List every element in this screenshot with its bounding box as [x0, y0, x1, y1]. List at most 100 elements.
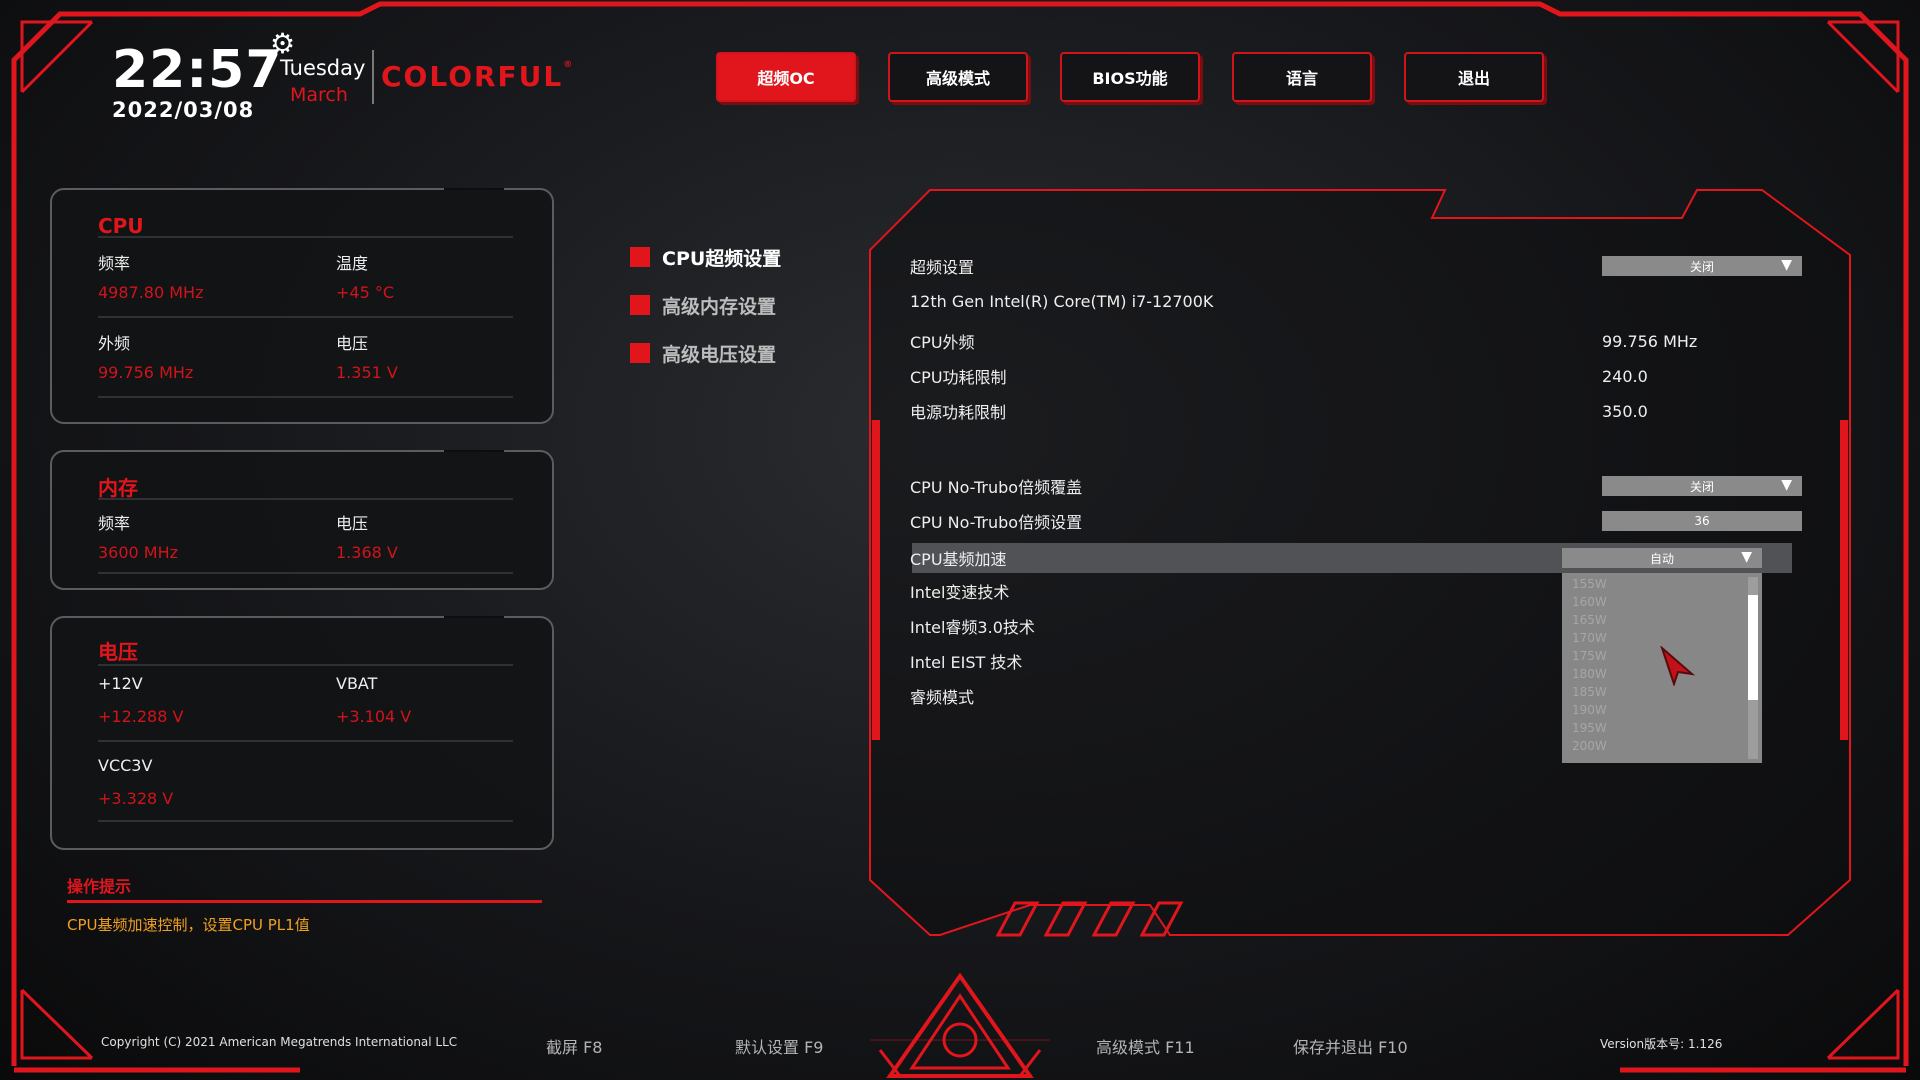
setting-row-psu-limit[interactable]: 电源功耗限制 350.0: [910, 396, 1790, 426]
memory-freq-label: 频率: [98, 514, 131, 533]
submenu-item-label: 高级电压设置: [662, 343, 777, 366]
setting-label: Intel EIST 技术: [910, 653, 1023, 672]
gear-icon[interactable]: ⚙: [270, 30, 295, 58]
cpu-volt-value: 1.351 V: [336, 363, 398, 382]
base-boost-select[interactable]: 自动 ▼: [1562, 548, 1762, 568]
cpu-bclk-label: 外频: [98, 334, 131, 353]
dropdown-option[interactable]: 160W: [1562, 593, 1762, 611]
clock-date: 2022/03/08: [112, 98, 255, 122]
setting-value[interactable]: 350.0: [1602, 402, 1648, 421]
oc-select[interactable]: 关闭 ▼: [1602, 256, 1802, 276]
day-name: Tuesday: [280, 56, 366, 80]
copyright-text: Copyright (C) 2021 American Megatrends I…: [101, 1035, 458, 1049]
setting-row-noturbo-ratio[interactable]: CPU No-Trubo倍频设置 36: [910, 506, 1802, 536]
brand-registered-mark: ®: [563, 60, 575, 70]
tab-exit[interactable]: 退出: [1404, 52, 1544, 102]
dropdown-option[interactable]: 155W: [1562, 575, 1762, 593]
memory-status-panel: 内存 频率 电压 3600 MHz 1.368 V: [50, 450, 554, 590]
panel-notch: [444, 616, 504, 626]
square-bullet-icon: [630, 343, 650, 363]
hotkey-save-exit[interactable]: 保存并退出 F10: [1293, 1034, 1408, 1058]
vcc3v-value: +3.328 V: [98, 789, 174, 808]
setting-label: CPU No-Trubo倍频设置: [910, 513, 1083, 532]
cpu-panel-title: CPU: [98, 214, 144, 238]
cpu-temp-label: 温度: [336, 254, 369, 273]
divider: [98, 664, 513, 666]
tab-overclock[interactable]: 超频OC: [716, 52, 856, 102]
memory-freq-value: 3600 MHz: [98, 543, 179, 562]
tab-bios-features[interactable]: BIOS功能: [1060, 52, 1200, 102]
dropdown-option[interactable]: 165W: [1562, 611, 1762, 629]
clock-time: 22:57: [112, 40, 283, 100]
version-text: Version版本号: 1.126: [1600, 1037, 1723, 1051]
hotkey-advanced[interactable]: 高级模式 F11: [1096, 1034, 1195, 1058]
divider: [98, 572, 513, 574]
square-bullet-icon: [630, 247, 650, 267]
hotkey-screenshot[interactable]: 截屏 F8: [546, 1034, 602, 1058]
setting-label: 睿频模式: [910, 688, 975, 707]
setting-value[interactable]: 240.0: [1602, 367, 1648, 386]
setting-row-base-boost[interactable]: CPU基频加速 自动 ▼: [910, 543, 1792, 573]
setting-row-oc[interactable]: 超频设置 关闭 ▼: [910, 251, 1802, 281]
setting-row-bclk: CPU外频 99.756 MHz: [910, 326, 1790, 356]
top-nav: 超频OC 高级模式 BIOS功能 语言 退出: [716, 52, 1544, 102]
dropdown-scrollbar-thumb[interactable]: [1748, 595, 1758, 700]
cpu-temp-value: +45 °C: [336, 283, 395, 302]
cpu-freq-value: 4987.80 MHz: [98, 283, 204, 302]
tab-advanced-mode[interactable]: 高级模式: [888, 52, 1028, 102]
setting-row-power-limit[interactable]: CPU功耗限制 240.0: [910, 361, 1790, 391]
memory-volt-label: 电压: [336, 514, 369, 533]
submenu-item-memory[interactable]: 高级内存设置: [630, 281, 781, 329]
cpu-freq-label: 频率: [98, 254, 131, 273]
square-bullet-icon: [630, 295, 650, 315]
clock: 22:57 2022/03/08: [112, 44, 283, 122]
dropdown-option[interactable]: 170W: [1562, 629, 1762, 647]
divider: [98, 396, 513, 398]
voltage-panel-title: 电压: [98, 640, 138, 664]
submenu-item-label: CPU超频设置: [662, 247, 782, 270]
tab-language[interactable]: 语言: [1232, 52, 1372, 102]
settings-panel: 超频设置 关闭 ▼ 12th Gen Intel(R) Core(TM) i7-…: [870, 190, 1850, 935]
noturbo-override-select[interactable]: 关闭 ▼: [1602, 476, 1802, 496]
select-value: 关闭: [1689, 479, 1714, 494]
chevron-down-icon: ▼: [1781, 257, 1792, 273]
memory-volt-value: 1.368 V: [336, 543, 398, 562]
divider: [98, 820, 513, 822]
submenu-item-cpu-oc[interactable]: CPU超频设置: [630, 233, 781, 281]
dropdown-option[interactable]: 195W: [1562, 719, 1762, 737]
setting-label: Intel睿频3.0技术: [910, 618, 1035, 637]
mouse-cursor-icon: [1660, 646, 1696, 686]
panel-notch: [444, 188, 504, 198]
dropdown-option[interactable]: 200W: [1562, 737, 1762, 755]
v12-label: +12V: [98, 674, 143, 693]
input-value: 36: [1694, 514, 1710, 528]
setting-row-noturbo-override[interactable]: CPU No-Trubo倍频覆盖 关闭 ▼: [910, 471, 1802, 501]
divider: [98, 316, 513, 318]
month-name: March: [290, 84, 348, 106]
chevron-down-icon: ▼: [1741, 549, 1752, 565]
voltage-status-panel: 电压 +12V VBAT +12.288 V +3.104 V VCC3V +3…: [50, 616, 554, 850]
cpu-model-text: 12th Gen Intel(R) Core(TM) i7-12700K: [910, 291, 1214, 311]
hint-title: 操作提示: [67, 877, 132, 896]
select-value: 关闭: [1689, 259, 1714, 274]
setting-label: 电源功耗限制: [910, 403, 1007, 422]
oc-submenu: CPU超频设置 高级内存设置 高级电压设置: [630, 233, 781, 377]
cpu-model-row: 12th Gen Intel(R) Core(TM) i7-12700K: [910, 286, 1790, 316]
setting-label: CPU功耗限制: [910, 368, 1007, 387]
v12-value: +12.288 V: [98, 707, 184, 726]
setting-label: Intel变速技术: [910, 583, 1010, 602]
dropdown-option[interactable]: 190W: [1562, 701, 1762, 719]
brand-logo: COLORFUL®: [381, 60, 574, 93]
noturbo-ratio-input[interactable]: 36: [1602, 511, 1802, 531]
setting-label: CPU外频: [910, 333, 975, 352]
hotkey-defaults[interactable]: 默认设置 F9: [735, 1034, 823, 1058]
submenu-item-voltage[interactable]: 高级电压设置: [630, 329, 781, 377]
vcc3v-label: VCC3V: [98, 756, 153, 775]
setting-label: 超频设置: [910, 258, 975, 277]
divider: [98, 236, 513, 238]
hint-divider: [67, 900, 542, 903]
submenu-item-label: 高级内存设置: [662, 295, 777, 318]
setting-value: 99.756 MHz: [1602, 331, 1698, 351]
setting-label: CPU基频加速: [910, 550, 1007, 569]
panel-notch: [444, 450, 504, 460]
